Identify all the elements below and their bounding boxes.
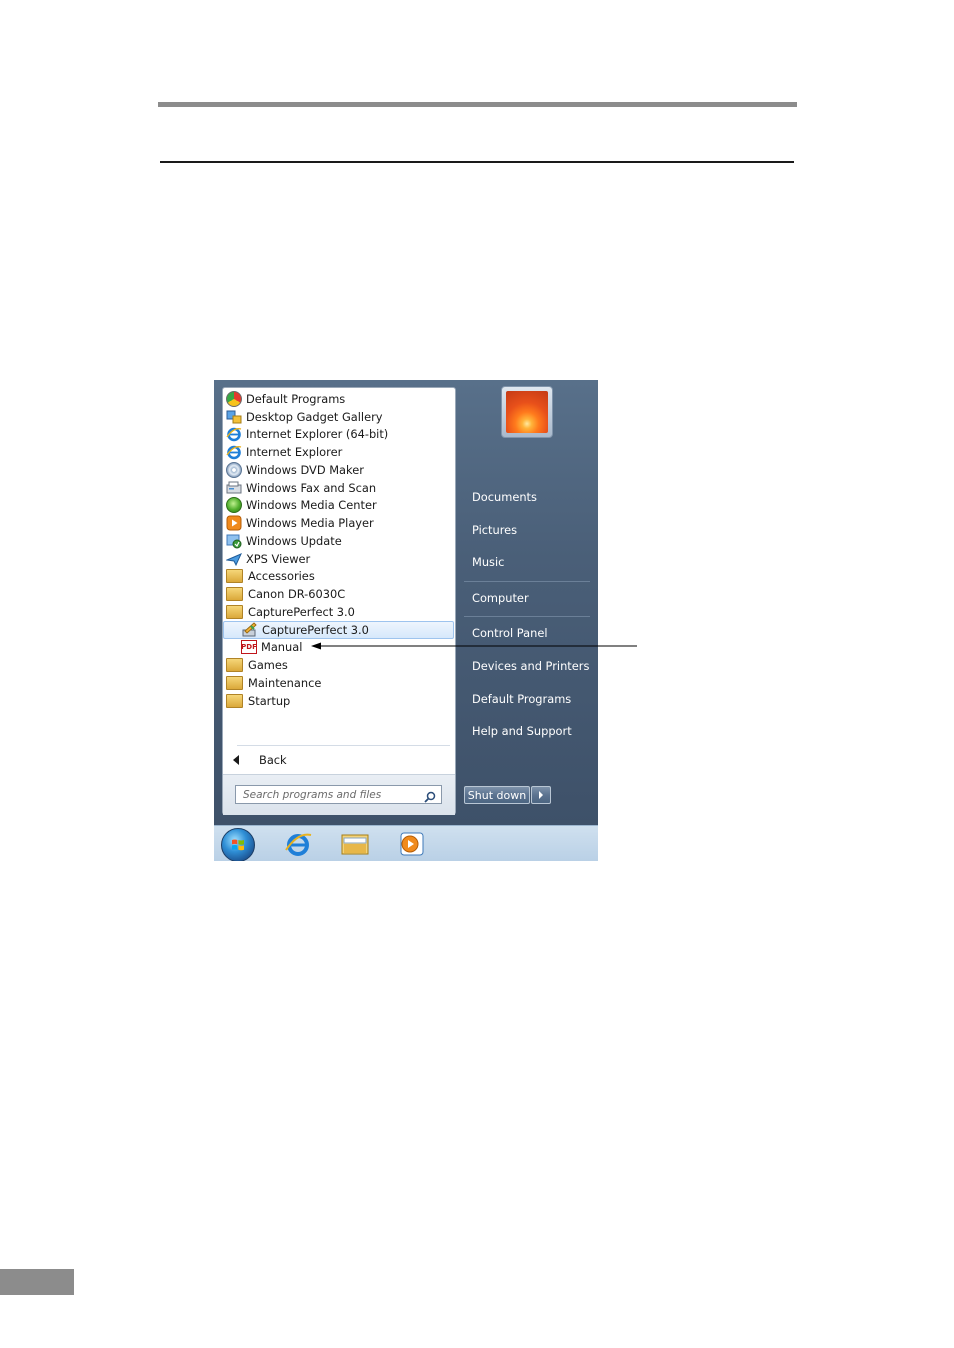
page-tab	[0, 1269, 74, 1295]
user-avatar[interactable]	[501, 386, 553, 438]
programs-pane: Default Programs Desktop Gadget Gallery …	[222, 387, 456, 815]
program-label: Windows Media Center	[246, 498, 377, 513]
program-label: Games	[248, 658, 288, 673]
program-label: Startup	[248, 693, 291, 708]
flower-picture	[506, 391, 548, 433]
right-divider	[464, 616, 590, 617]
program-windows-fax-and-scan[interactable]: Windows Fax and Scan	[223, 479, 455, 497]
program-label: Default Programs	[246, 391, 346, 406]
shutdown-button[interactable]: Shut down	[464, 786, 530, 804]
shutdown-options-button[interactable]	[531, 786, 551, 804]
chevron-right-icon	[539, 791, 543, 799]
right-item-devices-and-printers[interactable]: Devices and Printers	[472, 659, 589, 673]
program-label: Windows Update	[246, 533, 342, 548]
back-label: Back	[259, 753, 287, 767]
header-rule-thin	[160, 161, 794, 163]
program-label: Windows DVD Maker	[246, 462, 364, 477]
right-item-help-and-support[interactable]: Help and Support	[472, 724, 572, 738]
folder-icon	[226, 604, 243, 619]
search-box	[235, 785, 442, 804]
xps-viewer-icon	[225, 551, 242, 567]
program-windows-update[interactable]: Windows Update	[223, 532, 455, 550]
program-captureperfect[interactable]: CapturePerfect 3.0	[223, 620, 454, 639]
default-programs-icon	[226, 390, 242, 407]
program-label: Internet Explorer (64-bit)	[246, 427, 389, 442]
internet-explorer-icon	[226, 426, 242, 442]
folder-accessories[interactable]: Accessories	[223, 568, 455, 586]
divider	[237, 745, 450, 746]
back-button[interactable]: Back	[233, 751, 287, 769]
folder-canon-dr-6030c[interactable]: Canon DR-6030C	[223, 585, 455, 603]
folder-icon	[226, 587, 243, 602]
folder-captureperfect[interactable]: CapturePerfect 3.0	[223, 603, 455, 621]
windows-update-icon	[226, 533, 242, 549]
header-rule-thick	[158, 102, 797, 107]
folder-maintenance[interactable]: Maintenance	[223, 674, 455, 692]
right-item-documents[interactable]: Documents	[472, 490, 537, 504]
program-label: CapturePerfect 3.0	[248, 604, 355, 619]
username-blurred	[470, 460, 526, 469]
folder-icon	[226, 658, 243, 673]
media-player-icon	[226, 515, 242, 531]
folder-icon	[226, 693, 243, 708]
right-divider	[464, 581, 590, 582]
program-label: Accessories	[248, 569, 315, 584]
internet-explorer-icon	[226, 444, 242, 460]
right-item-music[interactable]: Music	[472, 555, 504, 569]
program-manual[interactable]: PDF Manual	[223, 639, 455, 657]
right-item-pictures[interactable]: Pictures	[472, 523, 517, 537]
program-label: Windows Fax and Scan	[246, 480, 377, 495]
program-xps-viewer[interactable]: XPS Viewer	[223, 550, 455, 568]
back-arrow-icon	[233, 755, 239, 765]
dvd-maker-icon	[226, 461, 242, 478]
program-desktop-gadget-gallery[interactable]: Desktop Gadget Gallery	[223, 408, 455, 426]
folder-icon	[226, 675, 243, 690]
right-item-control-panel[interactable]: Control Panel	[472, 626, 548, 640]
gadget-gallery-icon	[226, 409, 242, 425]
program-label: Internet Explorer	[246, 445, 343, 460]
internet-explorer-icon[interactable]	[284, 831, 312, 857]
search-input[interactable]	[236, 786, 420, 803]
program-default-programs[interactable]: Default Programs	[223, 390, 455, 408]
taskbar	[214, 825, 598, 861]
program-internet-explorer-64[interactable]: Internet Explorer (64-bit)	[223, 426, 455, 444]
program-label: XPS Viewer	[246, 551, 311, 566]
program-label: Windows Media Player	[246, 516, 374, 531]
start-menu-screenshot: Default Programs Desktop Gadget Gallery …	[214, 380, 598, 861]
captureperfect-icon	[242, 621, 258, 638]
program-label: CapturePerfect 3.0	[262, 622, 369, 637]
program-label: Manual	[261, 640, 303, 655]
right-item-default-programs[interactable]: Default Programs	[472, 692, 571, 706]
search-area	[223, 774, 455, 815]
media-player-icon[interactable]	[398, 831, 426, 857]
program-label: Maintenance	[248, 675, 322, 690]
program-windows-dvd-maker[interactable]: Windows DVD Maker	[223, 461, 455, 479]
media-center-icon	[226, 497, 242, 514]
folder-startup[interactable]: Startup	[223, 692, 455, 710]
start-menu: Default Programs Desktop Gadget Gallery …	[214, 380, 598, 825]
program-windows-media-center[interactable]: Windows Media Center	[223, 497, 455, 515]
fax-scan-icon	[226, 480, 242, 496]
search-icon[interactable]	[424, 788, 436, 803]
program-label: Canon DR-6030C	[248, 587, 346, 602]
programs-list: Default Programs Desktop Gadget Gallery …	[223, 390, 455, 710]
program-windows-media-player[interactable]: Windows Media Player	[223, 514, 455, 532]
program-label: Desktop Gadget Gallery	[246, 409, 383, 424]
folder-icon	[226, 569, 243, 584]
right-item-computer[interactable]: Computer	[472, 591, 529, 605]
windows-explorer-icon[interactable]	[341, 831, 369, 857]
pdf-icon: PDF	[241, 640, 257, 655]
program-internet-explorer[interactable]: Internet Explorer	[223, 443, 455, 461]
start-orb-icon[interactable]	[221, 828, 255, 861]
folder-games[interactable]: Games	[223, 656, 455, 674]
